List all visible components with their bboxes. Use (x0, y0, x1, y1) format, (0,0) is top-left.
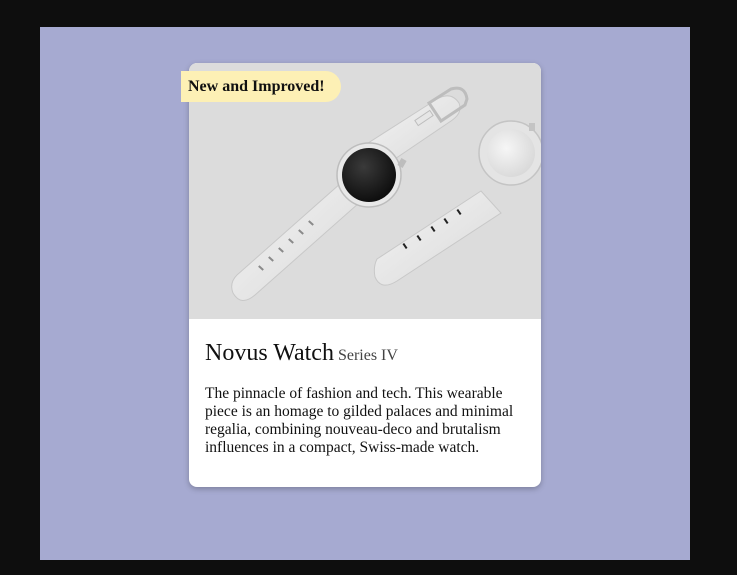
new-badge: New and Improved! (181, 71, 341, 102)
title-row: Novus Watch Series IV (205, 339, 527, 370)
product-title: Novus Watch (205, 340, 334, 366)
card-body: Novus Watch Series IV The pinnacle of fa… (205, 339, 527, 457)
product-card[interactable]: New and Improved! Novus Watch Series IV … (181, 63, 541, 487)
page-background: New and Improved! Novus Watch Series IV … (40, 27, 690, 560)
product-subtitle: Series IV (337, 347, 398, 364)
watch-front (231, 86, 469, 301)
product-description: The pinnacle of fashion and tech. This w… (205, 385, 514, 456)
